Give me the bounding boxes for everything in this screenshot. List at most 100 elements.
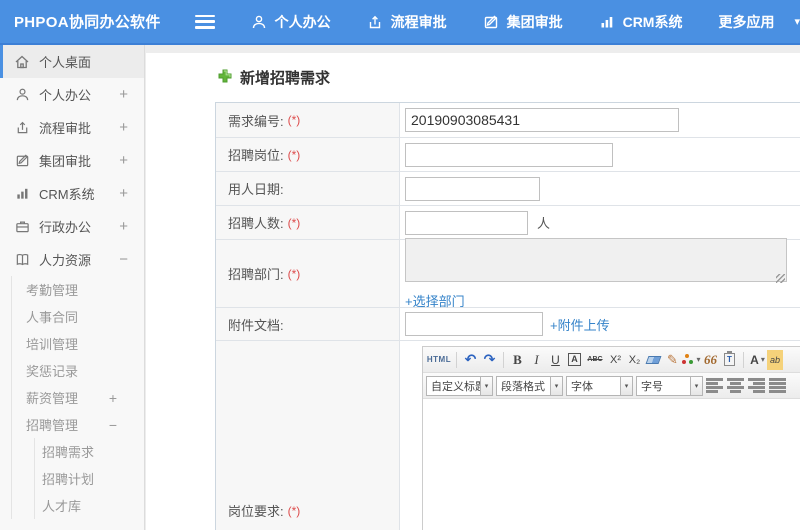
editor-toolbar-row2: 自定义标题 ▾ 段落格式 ▾ 字体 ▾ 字号 ▾ — [423, 373, 800, 399]
nav-workflow-approval[interactable]: 流程审批 — [367, 12, 447, 32]
sidebar-item-group-approval[interactable]: 集团审批 + — [0, 144, 144, 177]
eraser-icon[interactable] — [644, 350, 663, 370]
align-center-icon[interactable] — [727, 376, 744, 396]
redo-icon[interactable]: ↷ — [480, 350, 499, 370]
highlight-color-button[interactable]: ab — [767, 349, 783, 370]
expand-plus-icon[interactable]: + — [119, 185, 128, 202]
nav-label: 流程审批 — [390, 13, 447, 30]
sidebar-item-personal-office[interactable]: 个人办公 + — [0, 78, 144, 111]
font-family-dropdown[interactable]: 字体 ▾ — [566, 375, 633, 396]
editor-content-area[interactable] — [423, 399, 800, 530]
sidebar-item-label: 人力资源 — [39, 253, 92, 268]
format-brush-icon[interactable]: ✎ — [663, 350, 682, 370]
app-logo: PHPOA协同办公软件 — [14, 14, 161, 31]
required-mark: (*) — [287, 503, 301, 518]
expand-plus-icon[interactable]: + — [119, 152, 128, 169]
sidebar-item-training[interactable]: 培训管理 — [12, 330, 144, 357]
nav-group-approval[interactable]: 集团审批 — [483, 12, 563, 32]
align-justify-icon[interactable] — [769, 376, 786, 396]
sidebar-item-salary[interactable]: 薪资管理 + — [12, 384, 144, 411]
resize-grip-icon[interactable] — [776, 273, 785, 283]
chart-icon — [599, 14, 615, 30]
sidebar-item-recruit-plan[interactable]: 招聘计划 — [35, 465, 144, 492]
font-size-dropdown[interactable]: 字号 ▾ — [636, 375, 703, 396]
subscript-button[interactable]: X₂ — [625, 350, 644, 370]
collapse-minus-icon[interactable]: − — [109, 417, 117, 433]
sidebar-item-hr[interactable]: 人力资源 − — [0, 243, 144, 276]
flow-icon — [367, 14, 383, 30]
select-department-link[interactable]: +选择部门 — [405, 291, 465, 310]
chevron-down-icon[interactable]: ▾ — [621, 375, 633, 396]
department-textarea[interactable] — [405, 237, 787, 282]
html-source-button[interactable]: HTML — [426, 350, 452, 370]
headcount-input[interactable] — [405, 210, 528, 235]
nav-label: 集团审批 — [506, 13, 563, 30]
sidebar-item-rewards[interactable]: 奖惩记录 — [12, 357, 144, 384]
edit-icon — [14, 153, 30, 169]
field-label: 招聘岗位: — [228, 148, 284, 163]
toolbar-separator — [503, 351, 504, 368]
recruitment-form: 需求编号: (*) 招聘岗位: (*) 用人日期: 招聘人数: (*) 人 — [215, 102, 800, 530]
align-right-icon[interactable] — [748, 376, 765, 396]
briefcase-icon — [14, 219, 30, 235]
home-icon — [14, 54, 30, 70]
underline-button[interactable]: U — [546, 350, 565, 370]
align-left-icon[interactable] — [706, 376, 723, 396]
italic-button[interactable]: I — [527, 350, 546, 370]
chevron-down-icon[interactable]: ▾ — [551, 375, 563, 396]
sidebar-item-workflow-approval[interactable]: 流程审批 + — [0, 111, 144, 144]
sidebar-item-recruit-request[interactable]: 招聘需求 — [35, 438, 144, 465]
chevron-down-icon: ▾ — [760, 355, 765, 364]
color-palette-icon[interactable]: ▾ — [682, 350, 701, 370]
sidebar-item-recruitment[interactable]: 招聘管理 − — [12, 411, 144, 438]
sidebar-item-admin-office[interactable]: 行政办公 + — [0, 210, 144, 243]
sidebar-item-label: 个人办公 — [39, 88, 92, 103]
expand-plus-icon[interactable]: + — [109, 390, 117, 406]
blockquote-button[interactable]: 66 — [701, 350, 720, 370]
nav-label: 更多应用 — [718, 13, 775, 30]
edit-icon — [483, 14, 499, 30]
sidebar-item-talent-pool[interactable]: 人才库 — [35, 492, 144, 519]
required-mark: (*) — [287, 266, 301, 281]
superscript-button[interactable]: X² — [606, 350, 625, 370]
nav-more-apps[interactable]: 更多应用 ▾ — [718, 12, 800, 32]
request-number-input[interactable] — [405, 108, 679, 132]
custom-title-dropdown[interactable]: 自定义标题 ▾ — [426, 375, 493, 396]
hire-date-input[interactable] — [405, 176, 540, 201]
expand-plus-icon[interactable]: + — [119, 218, 128, 235]
field-label: 招聘人数: — [228, 216, 284, 231]
nav-personal-office[interactable]: 个人办公 — [251, 12, 331, 32]
expand-plus-icon[interactable]: + — [119, 119, 128, 136]
attachment-input[interactable] — [405, 312, 543, 336]
collapse-minus-icon[interactable]: − — [119, 251, 128, 268]
undo-icon[interactable]: ↶ — [461, 350, 480, 370]
sidebar-item-attendance[interactable]: 考勤管理 — [12, 276, 144, 303]
font-style-button[interactable]: A — [565, 350, 584, 370]
paragraph-format-dropdown[interactable]: 段落格式 ▾ — [496, 375, 563, 396]
chevron-down-icon[interactable]: ▾ — [481, 375, 493, 396]
attachment-upload-link[interactable]: +附件上传 — [550, 315, 610, 334]
chevron-down-icon[interactable]: ▾ — [691, 375, 703, 396]
form-row: 招聘岗位: (*) — [216, 137, 800, 171]
nav-crm-system[interactable]: CRM系统 — [599, 12, 682, 32]
font-color-button[interactable]: A ▾ — [748, 350, 767, 370]
toolbar-separator — [456, 351, 457, 368]
menu-toggle-icon[interactable] — [195, 14, 215, 29]
form-row: 招聘人数: (*) 人 — [216, 205, 800, 239]
sidebar-item-hr-contract[interactable]: 人事合同 — [12, 303, 144, 330]
form-row: 岗位要求: (*) HTML ↶ ↷ B I U A ABC X² X₂ ✎ ▾… — [216, 340, 800, 530]
sidebar-item-crm[interactable]: CRM系统 + — [0, 177, 144, 210]
form-row: 招聘部门: (*) +选择部门 — [216, 237, 800, 310]
chevron-down-icon[interactable]: ▾ — [794, 15, 800, 28]
headcount-unit: 人 — [537, 216, 551, 231]
bold-button[interactable]: B — [508, 350, 527, 370]
position-input[interactable] — [405, 142, 613, 167]
nav-label: 个人办公 — [274, 13, 331, 30]
expand-plus-icon[interactable]: + — [119, 86, 128, 103]
sidebar-item-desktop[interactable]: 个人桌面 — [0, 45, 144, 78]
field-label: 岗位要求: — [228, 504, 284, 519]
sidebar-item-label: 行政办公 — [39, 220, 92, 235]
strikethrough-button[interactable]: ABC — [584, 350, 606, 370]
paste-icon[interactable]: T — [720, 350, 739, 370]
form-row: 附件文档: +附件上传 — [216, 307, 800, 340]
